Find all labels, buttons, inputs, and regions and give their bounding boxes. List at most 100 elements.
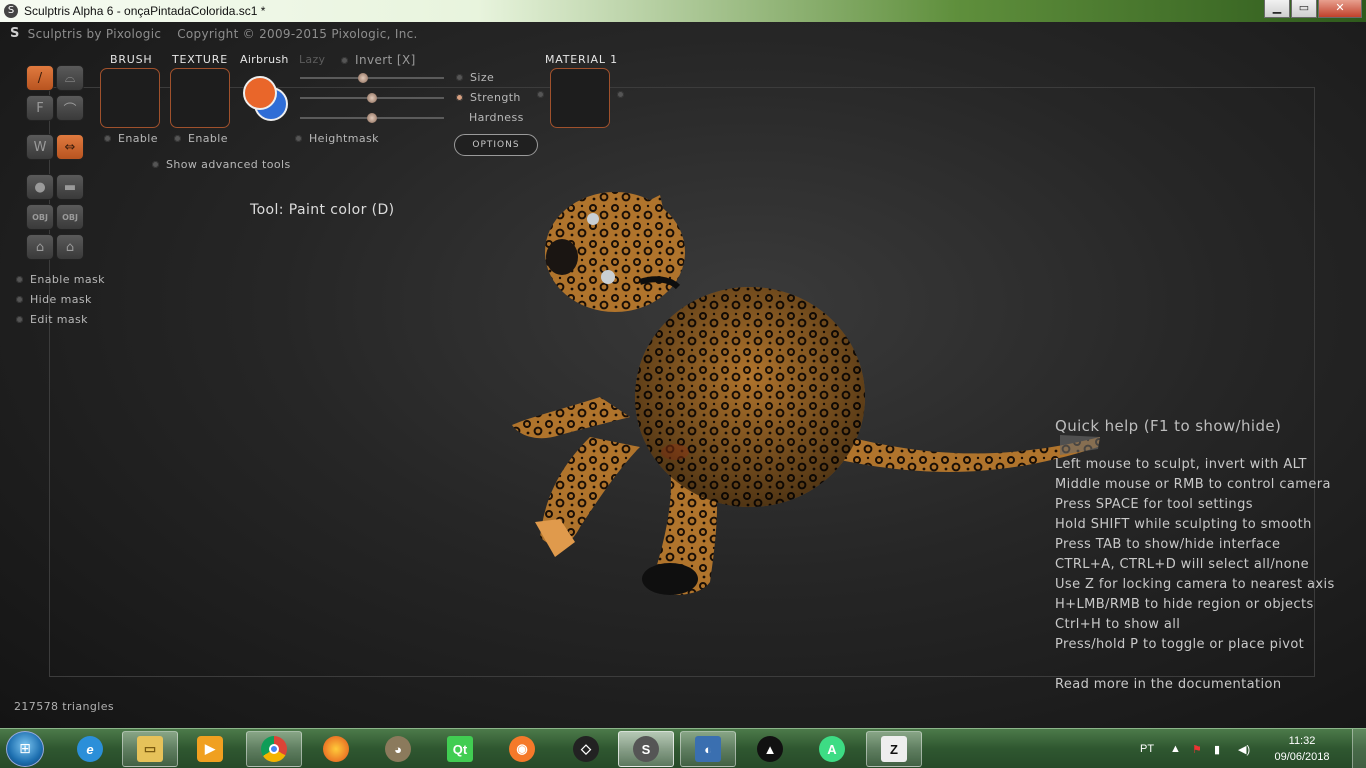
import-obj-button[interactable]: OBJ bbox=[26, 204, 54, 230]
lazy-label[interactable]: Lazy bbox=[299, 53, 325, 66]
draw-tool-button[interactable]: / bbox=[26, 65, 54, 91]
strength-slider-knob[interactable] bbox=[367, 93, 377, 103]
sphere-tool-button[interactable]: ● bbox=[26, 174, 54, 200]
enable-mask-toggle[interactable]: Enable mask bbox=[16, 273, 105, 286]
material-prev-dot[interactable] bbox=[537, 91, 544, 98]
size-slider-knob[interactable] bbox=[358, 73, 368, 83]
texture-enable-toggle[interactable]: Enable bbox=[174, 132, 228, 145]
play-icon: ▶ bbox=[197, 736, 223, 762]
clock-date: 09/06/2018 bbox=[1274, 751, 1330, 763]
crease-tool-button[interactable]: ⌒ bbox=[56, 95, 84, 121]
edit-mask-toggle[interactable]: Edit mask bbox=[16, 313, 88, 326]
airbrush-label[interactable]: Airbrush bbox=[240, 53, 289, 66]
texture-slot[interactable] bbox=[170, 68, 230, 128]
inflate-icon: ⌓ bbox=[64, 70, 76, 86]
folder-icon: ▭ bbox=[137, 736, 163, 762]
android-studio-icon: A bbox=[819, 736, 845, 762]
taskbar-internet-explorer[interactable]: e bbox=[62, 731, 118, 767]
inkscape-icon: ▲ bbox=[757, 736, 783, 762]
flatten-tool-button[interactable]: F bbox=[26, 95, 54, 121]
network-icon[interactable]: ▮ bbox=[1214, 729, 1220, 768]
taskbar-clock[interactable]: 11:32 09/06/2018 bbox=[1266, 733, 1338, 765]
radio-dot-icon bbox=[456, 94, 463, 101]
texture-section-title: TEXTURE bbox=[172, 53, 228, 66]
inflate-tool-button[interactable]: ⌓ bbox=[56, 65, 84, 91]
strength-slider[interactable] bbox=[300, 93, 444, 103]
open-file-button[interactable]: ⌂ bbox=[26, 234, 54, 260]
start-button[interactable]: ⊞ bbox=[6, 731, 44, 767]
taskbar-qt-creator[interactable]: Qt bbox=[432, 731, 488, 767]
invert-label: Invert [X] bbox=[355, 53, 416, 67]
brush-slot[interactable] bbox=[100, 68, 160, 128]
maximize-button[interactable]: ▭ bbox=[1291, 0, 1317, 18]
save-file-button[interactable]: ⌂ bbox=[56, 234, 84, 260]
show-advanced-label: Show advanced tools bbox=[166, 158, 291, 171]
radio-dot-icon bbox=[174, 135, 181, 142]
hardness-slider-knob[interactable] bbox=[367, 113, 377, 123]
hide-mask-label: Hide mask bbox=[30, 293, 92, 306]
flatten-label: F bbox=[36, 100, 44, 116]
hardness-label: Hardness bbox=[469, 111, 524, 124]
sculptris-icon: S bbox=[633, 736, 659, 762]
options-button[interactable]: OPTIONS bbox=[454, 134, 538, 156]
hardness-slider[interactable] bbox=[300, 113, 444, 123]
radio-dot-icon bbox=[16, 316, 23, 323]
material-next-dot[interactable] bbox=[617, 91, 624, 98]
taskbar-chrome[interactable] bbox=[246, 731, 302, 767]
volume-icon[interactable]: ◀) bbox=[1238, 729, 1250, 768]
size-slider[interactable] bbox=[300, 73, 444, 83]
hardness-label-wrap: Hardness bbox=[469, 111, 524, 124]
export-obj-button[interactable]: OBJ bbox=[56, 204, 84, 230]
taskbar-gimp[interactable]: ◕ bbox=[370, 731, 426, 767]
symmetry-tool-button[interactable]: W bbox=[26, 134, 54, 160]
plane-tool-button[interactable]: ▬ bbox=[56, 174, 84, 200]
taskbar-unity[interactable]: ◇ bbox=[558, 731, 614, 767]
taskbar-photo-app[interactable]: ◐ bbox=[680, 731, 736, 767]
show-desktop-button[interactable] bbox=[1352, 729, 1366, 768]
hide-mask-toggle[interactable]: Hide mask bbox=[16, 293, 92, 306]
primary-color-swatch[interactable] bbox=[243, 76, 277, 110]
heightmask-toggle[interactable]: Heightmask bbox=[295, 132, 379, 145]
grab-tool-button[interactable]: ⇔ bbox=[56, 134, 84, 160]
material-slot[interactable] bbox=[550, 68, 610, 128]
minimize-button[interactable]: ▁ bbox=[1264, 0, 1290, 18]
window-title: Sculptris Alpha 6 - onçaPintadaColorida.… bbox=[24, 4, 266, 18]
help-line: Use Z for locking camera to nearest axis bbox=[1055, 577, 1335, 592]
texture-enable-label: Enable bbox=[188, 132, 228, 145]
sculptris-logo-icon: S bbox=[10, 26, 20, 41]
taskbar-media-player[interactable]: ▶ bbox=[182, 731, 238, 767]
radio-dot-icon bbox=[295, 135, 302, 142]
action-center-flag-icon[interactable]: ⚑ bbox=[1192, 729, 1202, 768]
sculpt-viewport[interactable]: S Sculptris by Pixologic Copyright © 200… bbox=[0, 22, 1366, 728]
show-advanced-toggle[interactable]: Show advanced tools bbox=[152, 158, 291, 171]
gimp-icon: ◕ bbox=[385, 736, 411, 762]
radio-dot-icon bbox=[152, 161, 159, 168]
tray-show-hidden-icon[interactable]: ▲ bbox=[1170, 729, 1181, 768]
material-section-title: MATERIAL 1 bbox=[545, 53, 618, 66]
taskbar-file-explorer[interactable]: ▭ bbox=[122, 731, 178, 767]
help-line: Ctrl+H to show all bbox=[1055, 617, 1181, 632]
quick-help-title: Quick help (F1 to show/hide) bbox=[1055, 417, 1282, 435]
edit-mask-label: Edit mask bbox=[30, 313, 88, 326]
taskbar-sculptris[interactable]: S bbox=[618, 731, 674, 767]
taskbar-inkscape[interactable]: ▲ bbox=[742, 731, 798, 767]
taskbar-android-studio[interactable]: A bbox=[804, 731, 860, 767]
taskbar-blender[interactable]: ◉ bbox=[494, 731, 550, 767]
strength-pressure-toggle[interactable]: Strength bbox=[456, 91, 521, 104]
internet-explorer-icon: e bbox=[77, 736, 103, 762]
chrome-icon bbox=[261, 736, 287, 762]
brush-stroke-icon: / bbox=[37, 70, 43, 86]
invert-toggle[interactable]: Invert [X] bbox=[341, 53, 416, 67]
help-line: CTRL+A, CTRL+D will select all/none bbox=[1055, 557, 1310, 572]
close-button[interactable]: ✕ bbox=[1318, 0, 1362, 18]
unity-icon: ◇ bbox=[573, 736, 599, 762]
brush-enable-toggle[interactable]: Enable bbox=[104, 132, 158, 145]
taskbar-zbrush[interactable]: Z bbox=[866, 731, 922, 767]
size-pressure-toggle[interactable]: Size bbox=[456, 71, 494, 84]
documentation-link[interactable]: Read more in the documentation bbox=[1055, 677, 1335, 697]
sculptris-app-icon[interactable]: S bbox=[4, 4, 18, 18]
taskbar-firefox[interactable] bbox=[308, 731, 364, 767]
copyright-text: Copyright © 2009-2015 Pixologic, Inc. bbox=[177, 26, 418, 41]
jaguar-3d-model[interactable] bbox=[500, 167, 1110, 597]
language-indicator[interactable]: PT bbox=[1140, 729, 1154, 768]
